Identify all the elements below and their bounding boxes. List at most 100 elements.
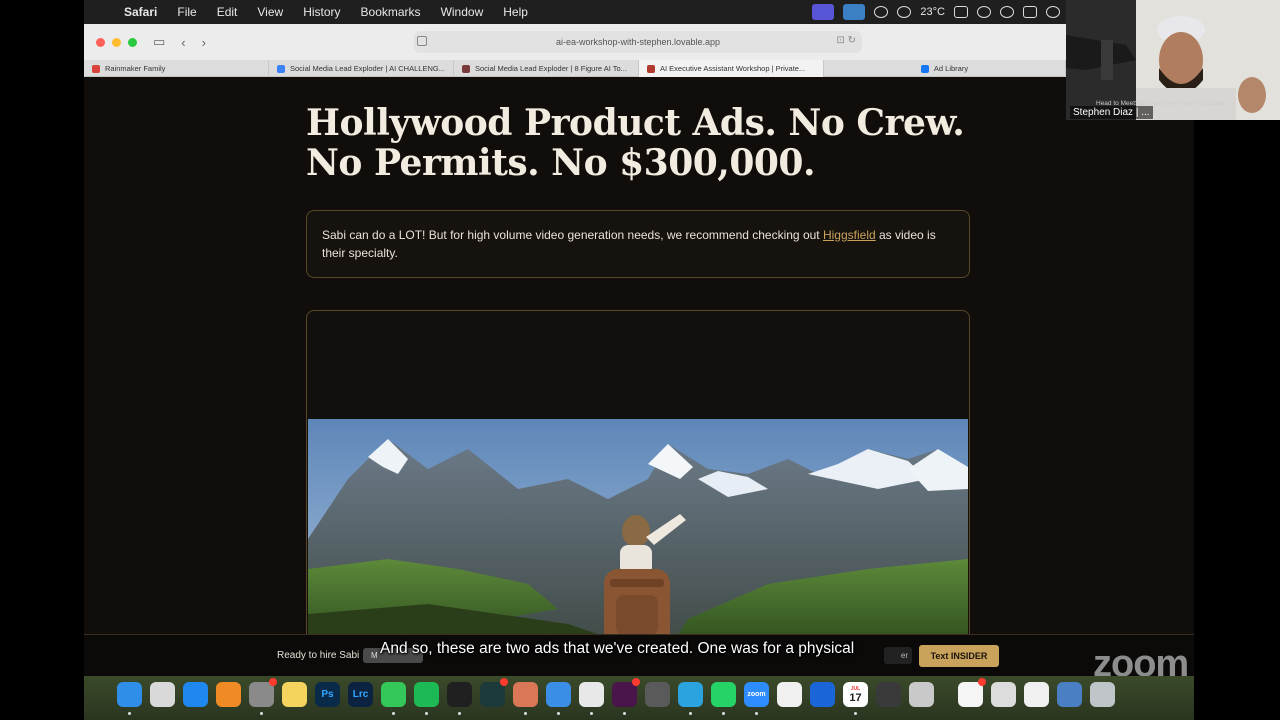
screen-margin bbox=[1194, 120, 1280, 720]
tab-label: Ad Library bbox=[933, 64, 969, 73]
dock: Ps Lrc zoom JUL 17 bbox=[84, 676, 1194, 720]
display-icon[interactable] bbox=[954, 6, 968, 18]
notice-box: Sabi can do a LOT! But for high volume v… bbox=[306, 210, 970, 278]
higgsfield-link[interactable]: Higgsfield bbox=[823, 228, 876, 242]
tab-ad-library[interactable]: Ad Library bbox=[824, 60, 1066, 77]
forward-arrow-icon[interactable]: › bbox=[202, 35, 206, 50]
menu-window[interactable]: Window bbox=[441, 5, 484, 19]
preview-dock-icon[interactable] bbox=[909, 682, 934, 707]
perplexity-dock-icon[interactable] bbox=[480, 682, 505, 707]
browser-toolbar: ▭ ‹ › ai-ea-workshop-with-stephen.lovabl… bbox=[84, 24, 1066, 60]
menu-history[interactable]: History bbox=[303, 5, 340, 19]
wifi-icon[interactable] bbox=[1046, 6, 1060, 18]
textedit-dock-icon[interactable] bbox=[1024, 682, 1049, 707]
notification-badge bbox=[978, 678, 986, 686]
notes-dock-icon[interactable] bbox=[282, 682, 307, 707]
address-bar[interactable]: ai-ea-workshop-with-stephen.lovable.app … bbox=[414, 31, 862, 53]
reminders-dock-icon[interactable] bbox=[958, 682, 983, 707]
safari-dock-icon[interactable] bbox=[546, 682, 571, 707]
running-indicator bbox=[623, 712, 626, 715]
running-indicator bbox=[689, 712, 692, 715]
calculator-dock-icon[interactable] bbox=[876, 682, 901, 707]
zoom-dock-icon[interactable]: zoom bbox=[744, 682, 769, 707]
telegram-dock-icon[interactable] bbox=[678, 682, 703, 707]
spotify-dock-icon[interactable] bbox=[414, 682, 439, 707]
calendar-dock-icon[interactable]: JUL 17 bbox=[843, 682, 868, 707]
running-indicator bbox=[524, 712, 527, 715]
tab-label: Social Media Lead Exploder | AI CHALLENG… bbox=[290, 64, 445, 73]
tab-favicon bbox=[92, 64, 100, 73]
page-title: Hollywood Product Ads. No Crew. No Permi… bbox=[306, 102, 965, 184]
1password-dock-icon[interactable] bbox=[810, 682, 835, 707]
tab-label: Social Media Lead Exploder | 8 Figure AI… bbox=[475, 64, 627, 73]
menu-edit[interactable]: Edit bbox=[217, 5, 238, 19]
back-arrow-icon[interactable]: ‹ bbox=[181, 35, 185, 50]
text-insider-button[interactable]: Text INSIDER bbox=[919, 645, 999, 667]
minimize-window-button[interactable] bbox=[112, 37, 121, 47]
weather-temperature[interactable]: 23°C bbox=[920, 6, 945, 18]
running-indicator bbox=[392, 712, 395, 715]
tab-lead-exploder-challenge[interactable]: Social Media Lead Exploder | AI CHALLENG… bbox=[269, 60, 454, 77]
chatgpt-dock-icon[interactable] bbox=[447, 682, 472, 707]
system-settings-dock-icon[interactable] bbox=[249, 682, 274, 707]
running-indicator bbox=[557, 712, 560, 715]
mountain-hiker-image bbox=[308, 419, 968, 634]
status-area: 23°C bbox=[812, 0, 1060, 24]
page-settings-icon[interactable] bbox=[417, 36, 427, 46]
sidebar-toggle-icon[interactable]: ▭ bbox=[153, 34, 165, 50]
running-indicator bbox=[854, 712, 857, 715]
messages-dock-icon[interactable] bbox=[381, 682, 406, 707]
trash-dock-icon[interactable] bbox=[1090, 682, 1115, 707]
lightroom-dock-icon[interactable]: Lrc bbox=[348, 682, 373, 707]
photoshop-dock-icon[interactable]: Ps bbox=[315, 682, 340, 707]
tab-rainmaker-family[interactable]: Rainmaker Family bbox=[84, 60, 269, 77]
calendar-day: 17 bbox=[849, 691, 862, 704]
web-page: Hollywood Product Ads. No Crew. No Permi… bbox=[84, 77, 1194, 634]
downloads-dock-icon[interactable] bbox=[1057, 682, 1082, 707]
address-text: ai-ea-workshop-with-stephen.lovable.app bbox=[555, 37, 721, 47]
video-frame[interactable] bbox=[308, 419, 968, 634]
claude-dock-icon[interactable] bbox=[513, 682, 538, 707]
webcam-thumbnail[interactable]: Head to MeetSabi.com Get Your AI Assista… bbox=[1066, 0, 1280, 120]
running-indicator bbox=[128, 712, 131, 715]
tab-lead-exploder-tools[interactable]: Social Media Lead Exploder | 8 Figure AI… bbox=[454, 60, 639, 77]
tab-ai-workshop[interactable]: AI Executive Assistant Workshop | Privat… bbox=[639, 60, 824, 77]
battery-icon[interactable] bbox=[1023, 6, 1037, 18]
reader-extensions-icon[interactable]: ⊡ ↻ bbox=[836, 35, 856, 46]
finder-dock-icon[interactable] bbox=[117, 682, 142, 707]
video-card[interactable] bbox=[306, 310, 970, 634]
menu-file[interactable]: File bbox=[177, 5, 196, 19]
screen-share-icon[interactable] bbox=[812, 4, 835, 20]
menu-bar: Safari File Edit View History Bookmarks … bbox=[84, 0, 1066, 24]
live-caption: And so, these are two ads that we've cre… bbox=[380, 640, 855, 657]
vpn-icon[interactable] bbox=[874, 6, 889, 18]
running-indicator bbox=[458, 712, 461, 715]
running-indicator bbox=[755, 712, 758, 715]
whatsapp-dock-icon[interactable] bbox=[711, 682, 736, 707]
screenshot-dock-icon[interactable] bbox=[991, 682, 1016, 707]
app-store-dock-icon[interactable] bbox=[183, 682, 208, 707]
running-indicator bbox=[722, 712, 725, 715]
close-window-button[interactable] bbox=[96, 37, 105, 47]
playback-icon[interactable] bbox=[1000, 6, 1014, 18]
zoom-window-button[interactable] bbox=[128, 37, 137, 47]
sticky-bar-tag[interactable]: er bbox=[884, 647, 912, 664]
launchpad-dock-icon[interactable] bbox=[150, 682, 175, 707]
menu-bookmarks[interactable]: Bookmarks bbox=[361, 5, 421, 19]
books-dock-icon[interactable] bbox=[216, 682, 241, 707]
chrome-dock-icon[interactable] bbox=[579, 682, 604, 707]
zoom-status-icon[interactable] bbox=[843, 4, 866, 20]
menu-help[interactable]: Help bbox=[503, 5, 528, 19]
tab-bar: Rainmaker Family Social Media Lead Explo… bbox=[84, 60, 1066, 77]
drive-dock-icon[interactable] bbox=[777, 682, 802, 707]
tab-favicon bbox=[920, 64, 929, 73]
bluetooth-icon[interactable] bbox=[977, 6, 991, 18]
menu-view[interactable]: View bbox=[257, 5, 283, 19]
tab-label: AI Executive Assistant Workshop | Privat… bbox=[660, 64, 806, 73]
menu-safari[interactable]: Safari bbox=[124, 5, 157, 19]
running-indicator bbox=[260, 712, 263, 715]
participant-name: Stephen Diaz | ... bbox=[1070, 106, 1153, 119]
tool-dock-icon[interactable] bbox=[645, 682, 670, 707]
sync-icon[interactable] bbox=[897, 6, 912, 18]
slack-dock-icon[interactable] bbox=[612, 682, 637, 707]
